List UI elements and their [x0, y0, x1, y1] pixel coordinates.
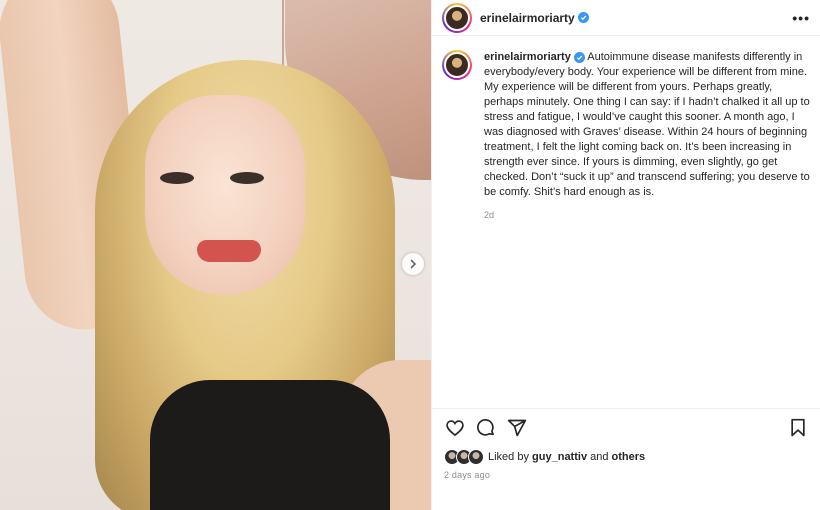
- liked-by-others[interactable]: others: [612, 451, 646, 463]
- bookmark-icon: [791, 418, 805, 436]
- save-button[interactable]: [787, 417, 809, 439]
- black-top: [150, 380, 390, 510]
- share-icon: [507, 419, 527, 436]
- caption-username[interactable]: erinelairmoriarty: [484, 51, 571, 63]
- action-bar: [432, 408, 820, 446]
- comment-icon: [477, 418, 494, 436]
- liked-by-user[interactable]: guy_nattiv: [532, 451, 587, 463]
- heart-icon: [446, 419, 464, 436]
- like-button[interactable]: [444, 417, 466, 439]
- next-image-button[interactable]: [402, 253, 424, 275]
- likes-summary: Liked by guy_nattiv and others: [444, 449, 645, 465]
- caption-block: erinelairmoriarty Autoimmune disease man…: [442, 50, 814, 223]
- share-button[interactable]: [506, 417, 528, 439]
- post-details-panel: erinelairmoriarty ••• erinelairmoriarty …: [431, 0, 820, 510]
- caption-age[interactable]: 2d: [484, 208, 814, 223]
- right-eye: [230, 172, 264, 184]
- post-timestamp[interactable]: 2 days ago: [444, 470, 490, 480]
- post-header: erinelairmoriarty •••: [432, 0, 820, 36]
- liked-by-and: and: [590, 451, 609, 463]
- avatar: [468, 449, 484, 465]
- author-avatar[interactable]: [442, 2, 472, 33]
- more-options-icon[interactable]: •••: [792, 10, 810, 26]
- caption-text: Autoimmune disease manifests differently…: [484, 51, 810, 198]
- left-eye: [160, 172, 194, 184]
- face: [145, 95, 305, 295]
- verified-badge-icon: [573, 52, 585, 63]
- chevron-right-icon: [410, 259, 417, 269]
- comment-button[interactable]: [475, 417, 497, 439]
- author-username[interactable]: erinelairmoriarty: [480, 11, 575, 25]
- caption-text-block: erinelairmoriarty Autoimmune disease man…: [484, 50, 814, 223]
- verified-badge-icon: [577, 12, 589, 23]
- post-image[interactable]: [0, 0, 431, 510]
- liker-avatars[interactable]: [444, 449, 484, 465]
- caption-avatar[interactable]: [442, 50, 472, 80]
- lips: [197, 240, 261, 262]
- liked-by-prefix: Liked by: [488, 451, 529, 463]
